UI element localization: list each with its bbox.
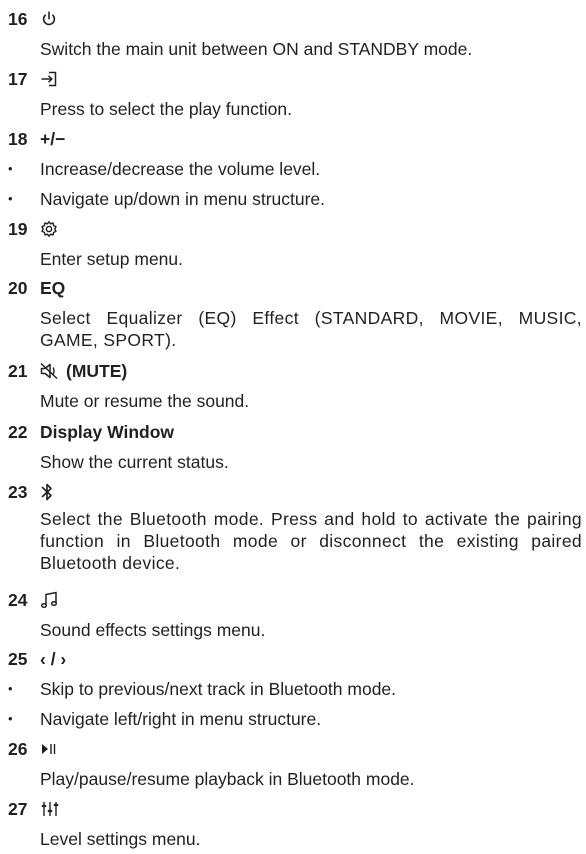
entry-number: 25 [8, 648, 28, 669]
entry-number: 20 [8, 277, 28, 298]
power-icon [40, 10, 58, 28]
entry-number: 27 [8, 798, 28, 819]
entry-title: EQ [40, 277, 66, 298]
play-pause-icon [40, 741, 60, 757]
entry-description: Level settings menu. [40, 829, 201, 849]
list-item: • Navigate up/down in menu structure. [0, 184, 586, 214]
entry-title: Display Window [40, 421, 175, 442]
entry-number: 22 [8, 421, 28, 442]
entry-description: Press to select the play function. [40, 99, 292, 119]
list-item: • Skip to previous/next track in Bluetoo… [0, 674, 586, 704]
entry-number: 16 [8, 8, 28, 29]
entry-description: Play/pause/resume playback in Bluetooth … [40, 769, 415, 789]
entry-description: Switch the main unit between ON and STAN… [40, 39, 473, 59]
bullet-text: Skip to previous/next track in Bluetooth… [40, 679, 397, 699]
entry-description: Select Equalizer (EQ) Effect (STANDARD, … [40, 308, 582, 350]
list-item: • Increase/decrease the volume level. [0, 154, 586, 184]
entry-number: 26 [8, 738, 28, 759]
settings-gear-icon [40, 220, 58, 238]
entry-number: 23 [8, 481, 28, 502]
entry-description: Show the current status. [40, 452, 229, 472]
entry-description: Select the Bluetooth mode. Press and hol… [40, 509, 582, 573]
entry-title: (MUTE) [66, 360, 128, 381]
entry-description: Enter setup menu. [40, 249, 183, 269]
bullet-mark: • [8, 711, 13, 726]
mute-speaker-icon [40, 362, 60, 380]
bullet-mark: • [8, 161, 13, 176]
input-source-icon [40, 70, 58, 88]
list-item: • Navigate left/right in menu structure. [0, 704, 586, 734]
entry-title-group: (MUTE) [40, 361, 127, 382]
level-sliders-icon [40, 800, 60, 818]
bluetooth-icon [40, 482, 54, 502]
entry-title: +/− [40, 128, 66, 149]
entry-number: 18 [8, 128, 28, 149]
bullet-text: Navigate left/right in menu structure. [40, 709, 322, 729]
entry-number: 17 [8, 68, 28, 89]
bullet-text: Increase/decrease the volume level. [40, 159, 321, 179]
entry-title: ‹ / › [40, 648, 67, 669]
entry-number: 21 [8, 360, 28, 381]
entry-description: Sound effects settings menu. [40, 620, 266, 640]
entry-number: 24 [8, 589, 28, 610]
entry-description: Mute or resume the sound. [40, 391, 250, 411]
music-note-icon [40, 591, 60, 609]
bullet-mark: • [8, 681, 13, 696]
bullet-mark: • [8, 191, 13, 206]
bullet-text: Navigate up/down in menu structure. [40, 189, 326, 209]
entry-number: 19 [8, 218, 28, 239]
